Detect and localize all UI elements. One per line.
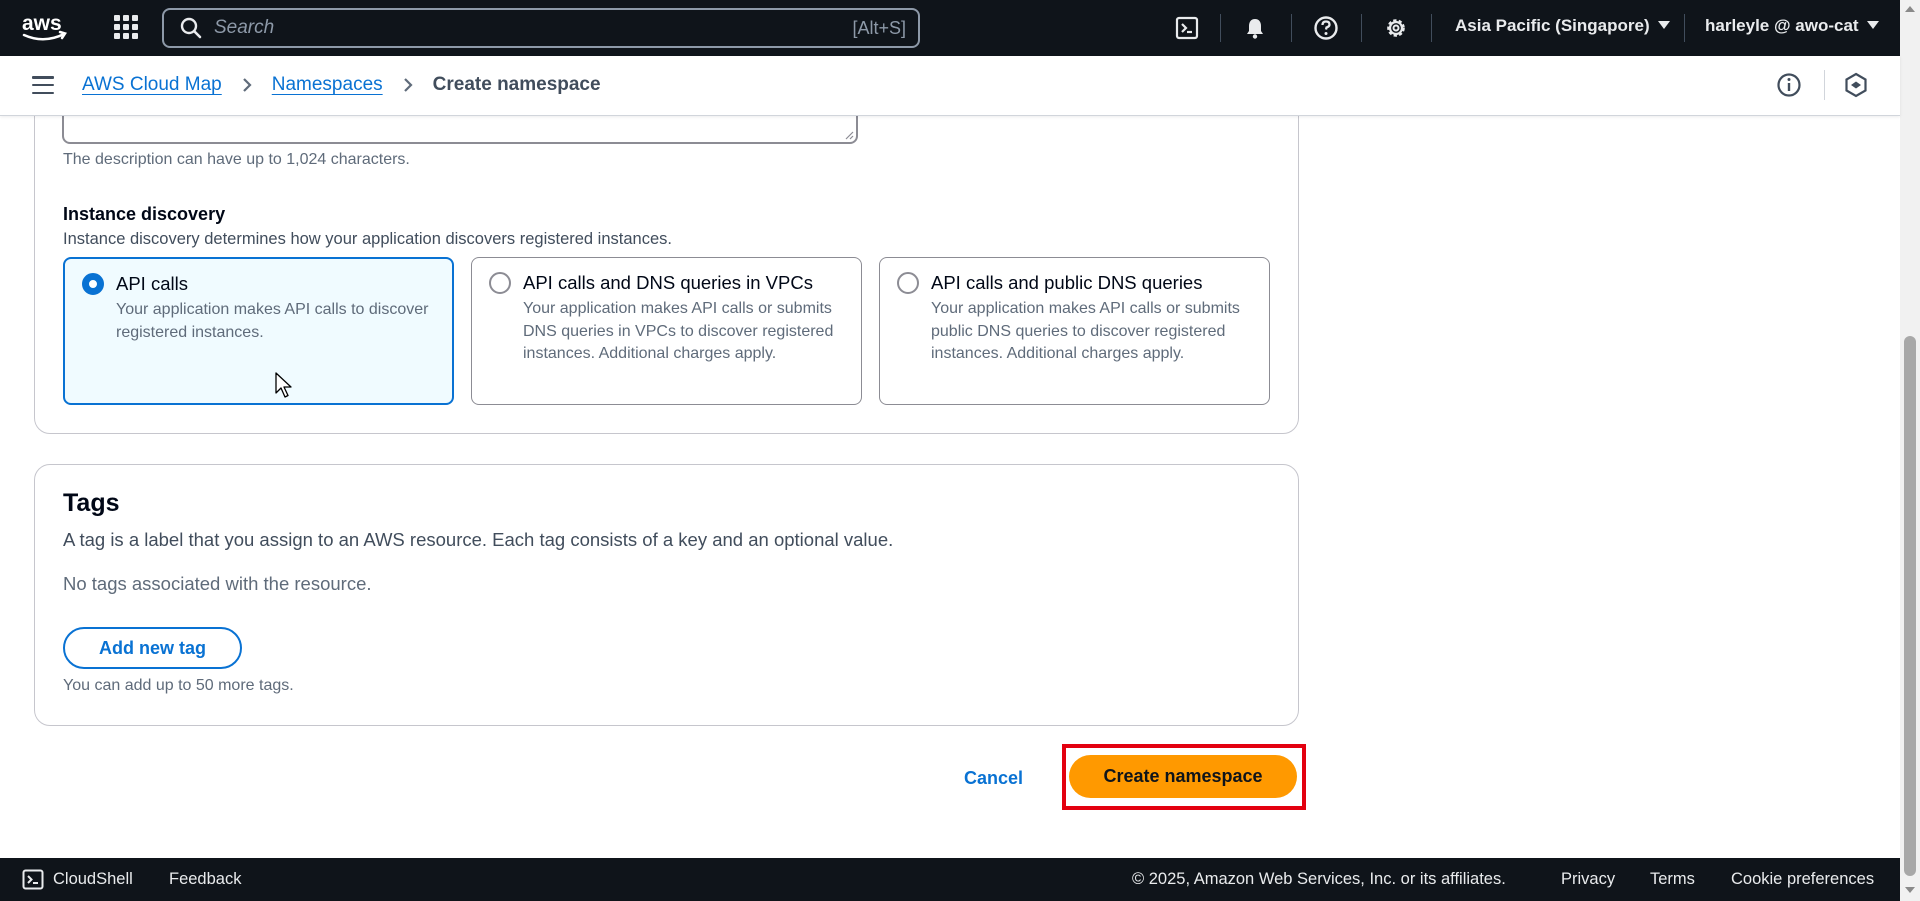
settings-icon[interactable] bbox=[1382, 14, 1410, 42]
radio-api-public-dns[interactable] bbox=[897, 272, 919, 294]
breadcrumb-current: Create namespace bbox=[432, 74, 601, 95]
scrollbar-thumb[interactable] bbox=[1904, 336, 1916, 876]
tile-api-calls[interactable]: API calls Your application makes API cal… bbox=[63, 257, 454, 405]
tile-title: API calls and public DNS queries bbox=[931, 272, 1203, 293]
resize-grip-icon[interactable] bbox=[844, 130, 854, 140]
services-grid-icon[interactable] bbox=[113, 14, 139, 40]
scroll-up-icon[interactable] bbox=[1905, 6, 1915, 12]
tile-api-dns-vpcs[interactable]: API calls and DNS queries in VPCs Your a… bbox=[471, 257, 862, 405]
tags-limit-hint: You can add up to 50 more tags. bbox=[63, 677, 294, 694]
aws-logo-text: aws bbox=[22, 12, 62, 35]
caret-down-icon bbox=[1866, 20, 1879, 29]
tile-title: API calls bbox=[116, 273, 188, 294]
footer-cookie-preferences[interactable]: Cookie preferences bbox=[1731, 870, 1874, 889]
hexagon-icon[interactable] bbox=[1843, 72, 1869, 98]
chevron-right-icon bbox=[242, 78, 252, 92]
breadcrumb-bar: AWS Cloud Map Namespaces Create namespac… bbox=[0, 56, 1900, 116]
tile-description: Your application makes API calls or subm… bbox=[523, 300, 834, 362]
tile-description: Your application makes API calls to disc… bbox=[116, 301, 429, 341]
scroll-down-icon[interactable] bbox=[1905, 887, 1915, 893]
info-icon[interactable] bbox=[1776, 72, 1802, 98]
description-textarea[interactable] bbox=[62, 116, 858, 144]
cancel-button[interactable]: Cancel bbox=[964, 768, 1023, 789]
radio-api-calls[interactable] bbox=[82, 273, 104, 295]
tags-description: A tag is a label that you assign to an A… bbox=[63, 529, 894, 550]
tile-title: API calls and DNS queries in VPCs bbox=[523, 272, 813, 293]
main-content: The description can have up to 1,024 cha… bbox=[0, 116, 1900, 858]
chevron-right-icon bbox=[403, 78, 413, 92]
mouse-cursor-icon bbox=[275, 372, 292, 398]
search-placeholder: Search bbox=[214, 17, 275, 38]
caret-down-icon bbox=[1657, 20, 1670, 29]
help-icon[interactable] bbox=[1312, 14, 1340, 42]
footer-terms[interactable]: Terms bbox=[1650, 870, 1695, 889]
instance-discovery-description: Instance discovery determines how your a… bbox=[63, 230, 672, 248]
breadcrumb-cloud-map[interactable]: AWS Cloud Map bbox=[82, 74, 222, 96]
footer: CloudShell Feedback © 2025, Amazon Web S… bbox=[0, 858, 1900, 901]
radio-api-dns-vpcs[interactable] bbox=[489, 272, 511, 294]
tags-title: Tags bbox=[63, 489, 120, 517]
page-scrollbar[interactable] bbox=[1900, 0, 1920, 901]
footer-feedback[interactable]: Feedback bbox=[169, 870, 241, 889]
search-input[interactable]: Search [Alt+S] bbox=[162, 8, 920, 48]
tile-api-public-dns[interactable]: API calls and public DNS queries Your ap… bbox=[879, 257, 1270, 405]
footer-cloudshell[interactable]: CloudShell bbox=[53, 870, 133, 889]
cloudshell-icon[interactable] bbox=[1173, 14, 1201, 42]
tile-description: Your application makes API calls or subm… bbox=[931, 300, 1240, 362]
region-selector[interactable]: Asia Pacific (Singapore) bbox=[1455, 16, 1670, 36]
footer-privacy[interactable]: Privacy bbox=[1561, 870, 1615, 889]
instance-discovery-label: Instance discovery bbox=[63, 204, 226, 224]
tags-empty-message: No tags associated with the resource. bbox=[63, 573, 372, 594]
description-hint: The description can have up to 1,024 cha… bbox=[63, 151, 410, 168]
footer-copyright: © 2025, Amazon Web Services, Inc. or its… bbox=[1132, 870, 1506, 888]
account-label: harleyle @ awo-cat bbox=[1705, 16, 1859, 35]
account-menu[interactable]: harleyle @ awo-cat bbox=[1705, 16, 1879, 36]
breadcrumb-namespaces[interactable]: Namespaces bbox=[272, 74, 383, 96]
region-label: Asia Pacific (Singapore) bbox=[1455, 16, 1650, 35]
create-namespace-button[interactable]: Create namespace bbox=[1069, 755, 1297, 798]
search-icon bbox=[180, 17, 202, 39]
bell-icon[interactable] bbox=[1241, 14, 1269, 42]
aws-logo[interactable]: aws bbox=[20, 10, 70, 44]
add-new-tag-button[interactable]: Add new tag bbox=[63, 627, 242, 669]
search-shortcut: [Alt+S] bbox=[852, 17, 906, 38]
cloudshell-icon[interactable] bbox=[22, 869, 44, 890]
breadcrumb: AWS Cloud Map Namespaces Create namespac… bbox=[82, 74, 601, 96]
top-navigation: aws Search [Alt+S] Asia Pacific (Singapo… bbox=[0, 0, 1900, 56]
menu-icon[interactable] bbox=[32, 76, 54, 94]
